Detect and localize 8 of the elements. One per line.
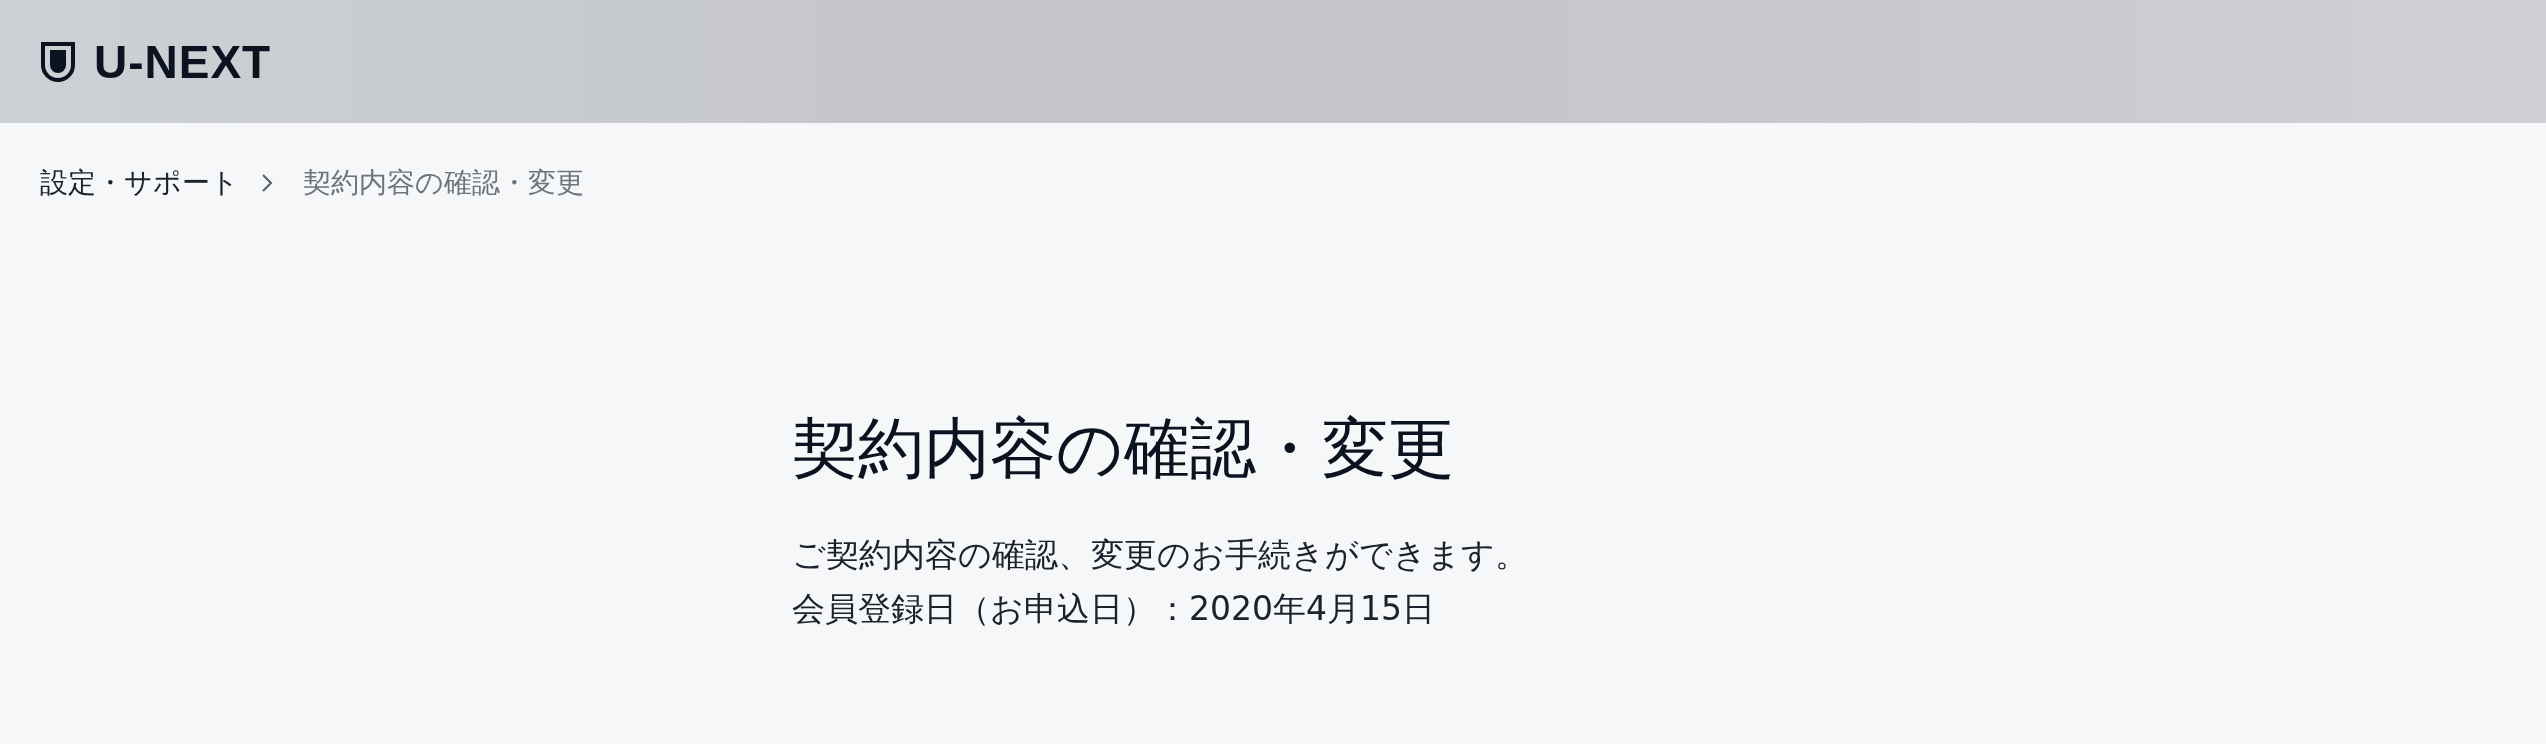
breadcrumb-current: 契約内容の確認・変更 xyxy=(303,166,584,200)
description-text: ご契約内容の確認、変更のお手続きができます。 xyxy=(792,534,1529,577)
registration-date: 会員登録日（お申込日）：2020年4月15日 xyxy=(792,588,1436,631)
page-title: 契約内容の確認・変更 xyxy=(792,409,1455,489)
breadcrumb-link[interactable]: 設定・サポート xyxy=(40,166,239,200)
logo-link[interactable]: U-NEXT xyxy=(40,38,272,85)
chevron-right-icon xyxy=(261,173,273,193)
shield-icon xyxy=(40,40,76,83)
